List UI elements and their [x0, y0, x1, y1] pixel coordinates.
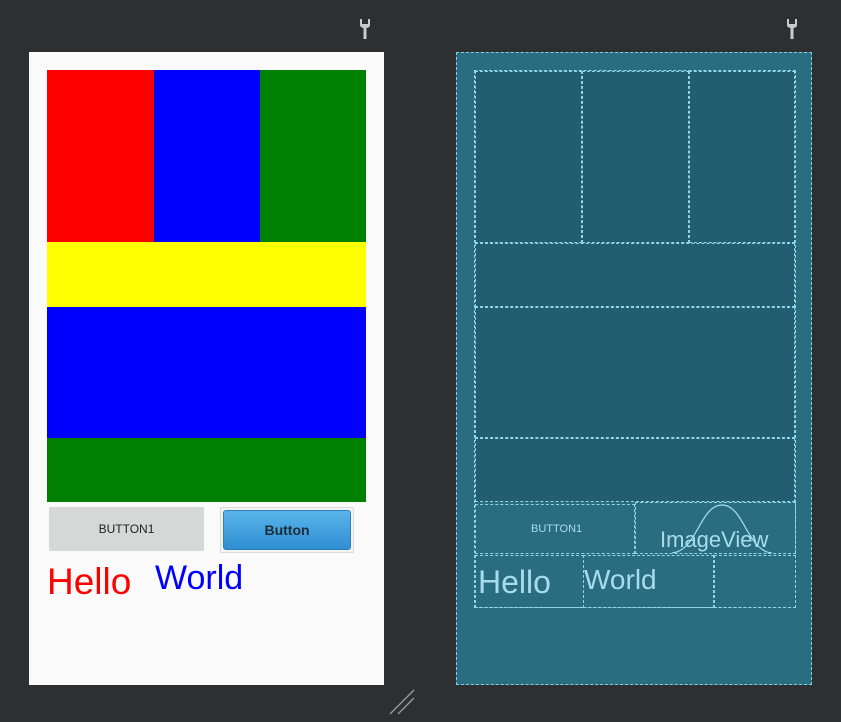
yellow-block[interactable]: [47, 242, 366, 307]
world-text[interactable]: World: [155, 555, 243, 601]
blueprint-preview[interactable]: BUTTON1 ImageView Hello World: [456, 52, 812, 685]
blue-block-wide[interactable]: [47, 307, 366, 438]
blueprint-world-text: World: [584, 564, 657, 595]
blueprint-empty-cell[interactable]: [714, 555, 796, 608]
blueprint-view-yellow[interactable]: [475, 243, 795, 307]
blueprint-view-blue-wide[interactable]: [475, 307, 795, 438]
blueprint-button1-label: BUTTON1: [531, 523, 583, 535]
blue-block-top[interactable]: [154, 70, 260, 242]
blueprint-imageview[interactable]: ImageView: [635, 502, 796, 554]
blueprint-view-green-bottom[interactable]: [475, 438, 795, 502]
blueprint-button1[interactable]: BUTTON1: [475, 504, 635, 554]
blueprint-hello[interactable]: Hello: [475, 555, 584, 608]
button1[interactable]: BUTTON1: [49, 507, 204, 551]
blueprint-imageview-label: ImageView: [660, 527, 769, 552]
hello-text[interactable]: Hello: [47, 557, 131, 607]
button2-label: Button: [264, 522, 310, 538]
blueprint-view-red[interactable]: [475, 71, 582, 243]
green-block-bottom[interactable]: [47, 438, 366, 502]
design-wrench-icon[interactable]: [358, 18, 372, 40]
resize-handle-icon[interactable]: [388, 688, 416, 716]
blueprint-wrench-icon[interactable]: [785, 18, 799, 40]
button2-face[interactable]: Button: [223, 510, 351, 550]
blueprint-view-green[interactable]: [689, 71, 795, 243]
blueprint-view-blue[interactable]: [582, 71, 689, 243]
button1-label: BUTTON1: [98, 522, 155, 536]
blueprint-world[interactable]: World: [583, 555, 714, 608]
red-block[interactable]: [47, 70, 154, 242]
design-preview[interactable]: BUTTON1 Button Hello World: [29, 52, 384, 685]
blueprint-hello-text: Hello: [478, 564, 551, 600]
green-block-top[interactable]: [260, 70, 366, 242]
button2[interactable]: Button: [220, 507, 354, 553]
